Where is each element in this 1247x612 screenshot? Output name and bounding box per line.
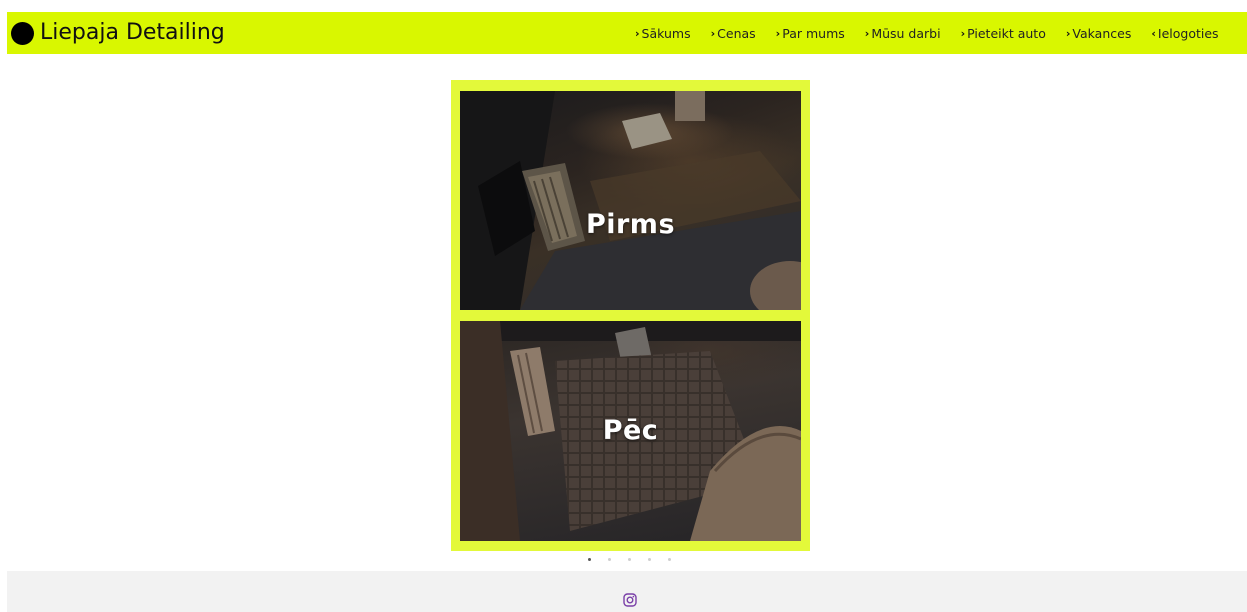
footer [7, 571, 1247, 612]
nav-item-cenas[interactable]: › Cenas [711, 26, 756, 41]
slider-dot-1[interactable] [588, 558, 591, 561]
top-navbar: Liepaja Detailing › Sākums › Cenas › Par… [7, 12, 1247, 54]
nav-item-pieteikt-auto[interactable]: › Pieteikt auto [961, 26, 1046, 41]
nav-item-vakances[interactable]: › Vakances [1066, 26, 1131, 41]
after-label: Pēc [602, 415, 659, 446]
slider-dot-5[interactable] [668, 558, 671, 561]
nav-label: Ielogoties [1157, 25, 1219, 41]
chevron-right-icon: › [775, 26, 781, 40]
nav-label: Cenas [717, 25, 756, 41]
car-footwell-dirty-image [460, 91, 801, 310]
after-photo: Pēc [460, 321, 801, 541]
nav-item-sakums[interactable]: › Sākums [635, 26, 691, 41]
nav-label: Sākums [641, 25, 691, 41]
nav-label: Pieteikt auto [967, 25, 1046, 41]
before-label: Pirms [585, 209, 676, 240]
chevron-right-icon: › [960, 26, 966, 40]
nav-item-musu-darbi[interactable]: › Mūsu darbi [865, 26, 941, 41]
instagram-icon[interactable] [623, 593, 637, 607]
slider-dot-2[interactable] [608, 558, 611, 561]
chevron-right-icon: › [1065, 26, 1071, 40]
slider-pagination [588, 558, 688, 561]
chevron-right-icon: › [710, 26, 716, 40]
logo-circle-icon [11, 21, 34, 45]
brand-logo[interactable]: Liepaja Detailing [11, 19, 225, 47]
before-after-slide[interactable]: Pirms Pēc [451, 80, 810, 551]
nav-label: Vakances [1072, 25, 1132, 41]
brand-name: Liepaja Detailing [40, 20, 225, 45]
nav-label: Mūsu darbi [871, 25, 941, 41]
before-photo: Pirms [460, 91, 801, 310]
chevron-left-icon: ‹ [1151, 26, 1156, 40]
nav-label: Par mums [782, 25, 845, 41]
nav-item-par-mums[interactable]: › Par mums [776, 26, 845, 41]
main-nav: › Sākums › Cenas › Par mums › Mūsu darbi… [635, 12, 1239, 54]
chevron-right-icon: › [635, 26, 640, 40]
slider-dot-4[interactable] [648, 558, 651, 561]
slider-dot-3[interactable] [628, 558, 631, 561]
nav-item-ielogoties[interactable]: ‹ Ielogoties [1151, 26, 1218, 41]
chevron-right-icon: › [864, 26, 870, 40]
